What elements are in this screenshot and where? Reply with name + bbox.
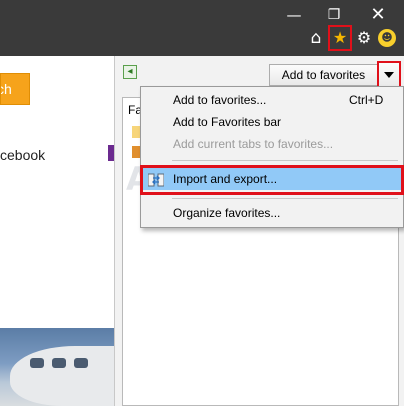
airplane-window	[74, 358, 88, 368]
airplane-window	[30, 358, 44, 368]
webpage-content: ch cebook	[0, 56, 114, 406]
browser-titlebar: — ❐ ✕ ⌂ ★ ⚙ ☻	[0, 0, 404, 56]
menu-item-label: Add current tabs to favorites...	[173, 137, 334, 151]
menu-item-label: Organize favorites...	[173, 206, 281, 220]
highlight-frame	[140, 165, 404, 195]
chevron-down-icon	[384, 72, 394, 78]
airplane-window	[52, 358, 66, 368]
search-button[interactable]: ch	[0, 73, 30, 105]
menu-item-add-current-tabs: Add current tabs to favorites...	[141, 133, 403, 155]
pin-icon[interactable]: ◂	[123, 65, 137, 79]
favorites-dropdown-button[interactable]	[377, 61, 401, 89]
minimize-button[interactable]: —	[276, 2, 312, 28]
menu-item-organize-favorites[interactable]: Organize favorites...	[141, 202, 403, 224]
facebook-link[interactable]: cebook	[0, 147, 45, 163]
gear-icon[interactable]: ⚙	[353, 27, 375, 49]
favorites-star-icon[interactable]: ★	[328, 25, 352, 51]
menu-separator	[172, 198, 398, 199]
airplane-shape	[10, 346, 114, 406]
menu-item-label: Add to Favorites bar	[173, 115, 282, 129]
menu-item-add-to-favorites[interactable]: Add to favorites... Ctrl+D	[141, 89, 403, 111]
smiley-icon[interactable]: ☻	[378, 29, 396, 47]
add-to-favorites-button[interactable]: Add to favorites	[269, 64, 378, 86]
favorites-dropdown-menu: Add to favorites... Ctrl+D Add to Favori…	[140, 86, 404, 228]
menu-separator	[172, 160, 398, 161]
menu-item-shortcut: Ctrl+D	[349, 93, 384, 107]
home-icon[interactable]: ⌂	[305, 27, 327, 49]
menu-item-add-to-favorites-bar[interactable]: Add to Favorites bar	[141, 111, 403, 133]
promo-image	[0, 328, 114, 406]
menu-item-label: Add to favorites...	[173, 93, 267, 107]
close-button[interactable]: ✕	[360, 2, 396, 28]
